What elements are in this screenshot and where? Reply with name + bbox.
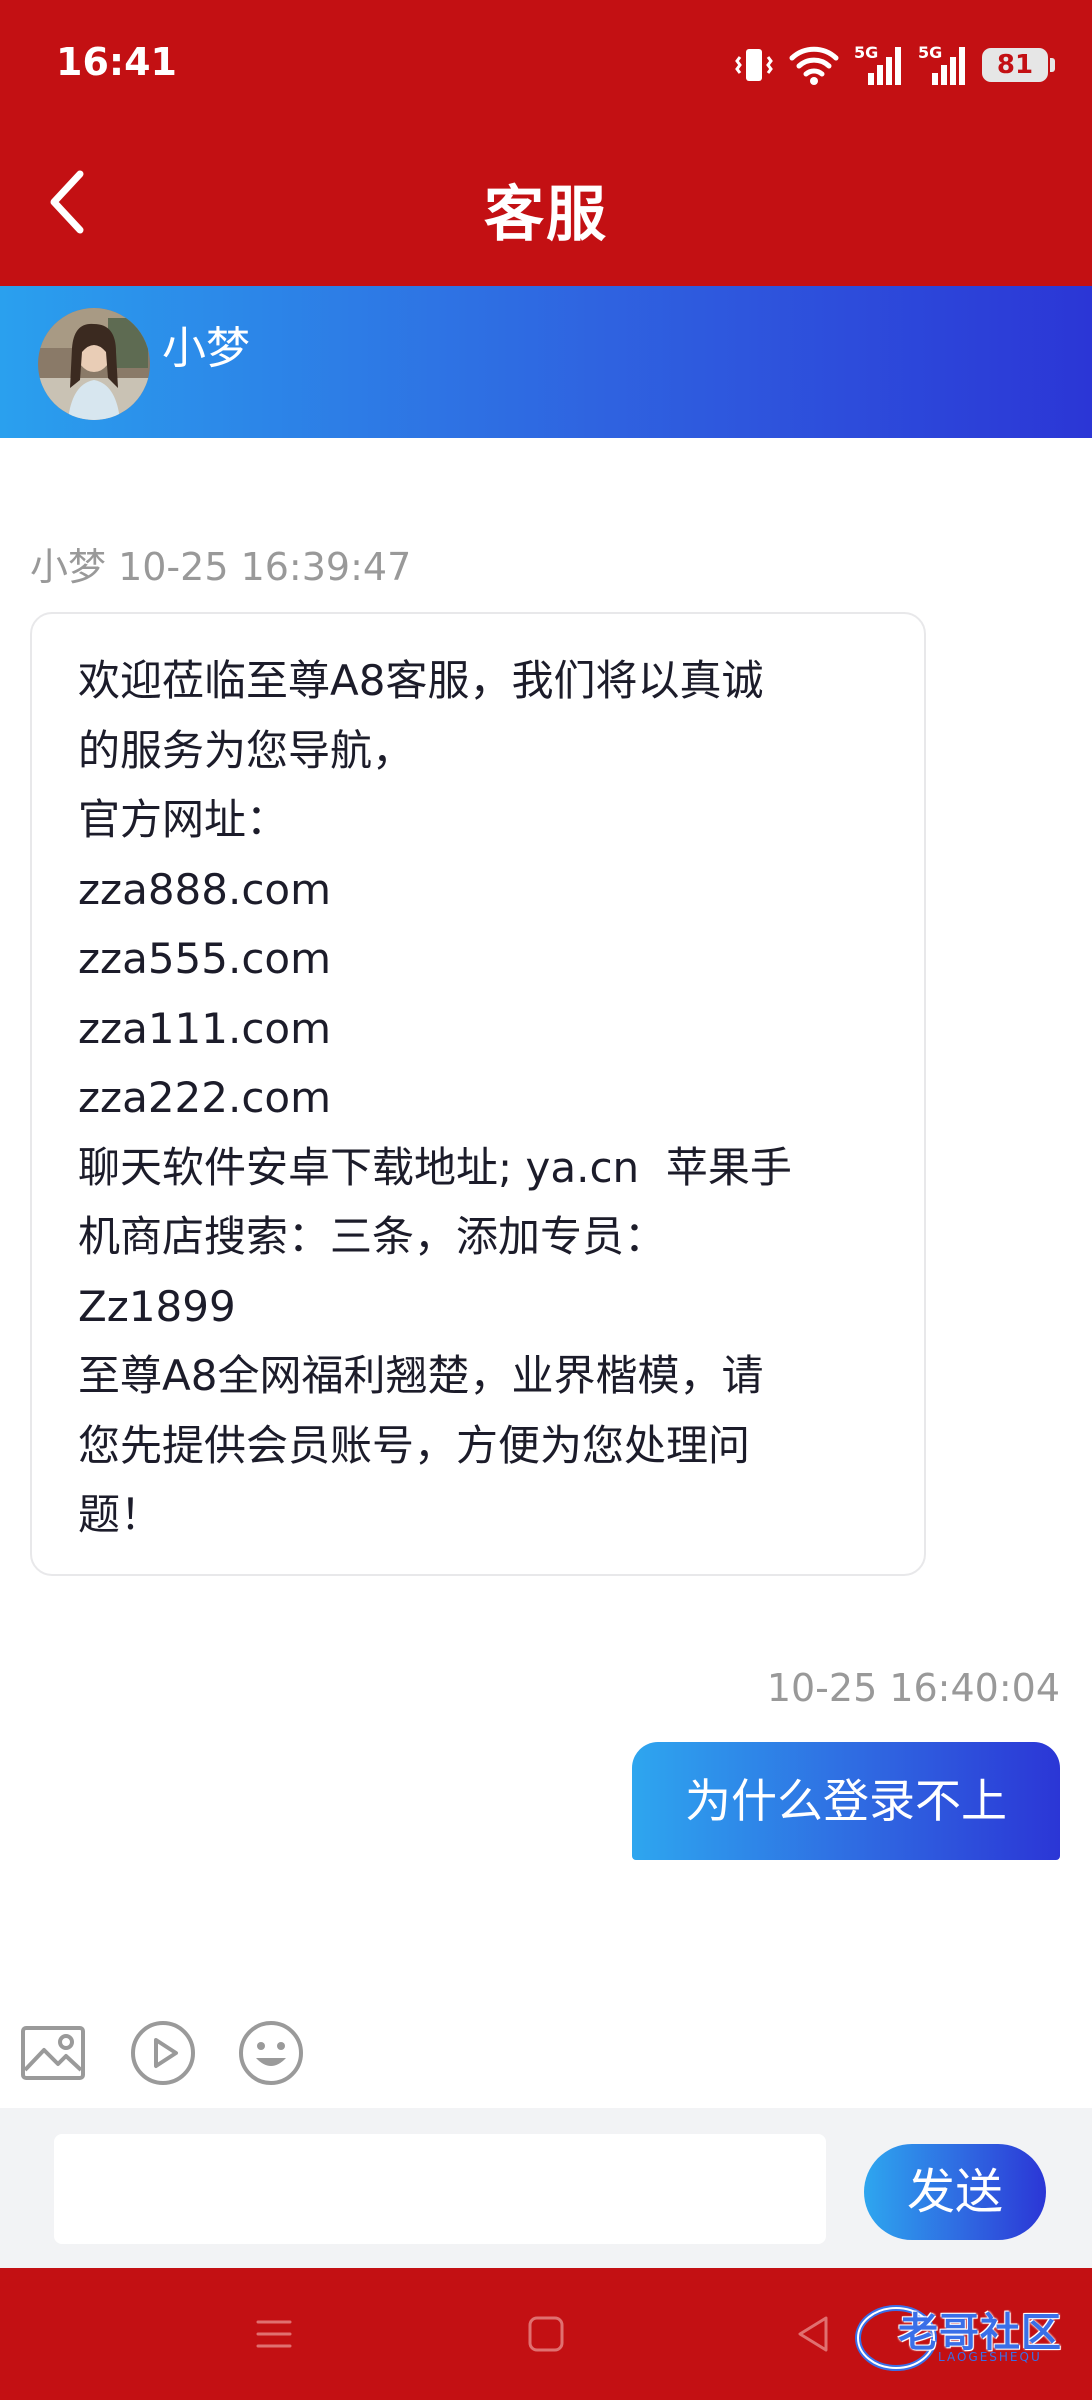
battery-level: 81	[996, 50, 1034, 80]
back-nav-button[interactable]	[790, 2310, 838, 2358]
user-message-bubble: 为什么登录不上	[632, 1742, 1060, 1860]
agent-message-bubble: 欢迎莅临至尊A8客服，我们将以真诚 的服务为您导航， 官方网址： zza888.…	[30, 612, 926, 1576]
video-button[interactable]	[128, 2018, 198, 2088]
back-triangle-icon	[798, 2316, 828, 2352]
send-button[interactable]: 发送	[864, 2144, 1046, 2240]
status-time: 16:41	[56, 40, 177, 84]
top-bar: 16:41 5G 5G 81 客服	[0, 0, 1092, 286]
system-nav-bar: 老哥社区 LAOGESHEQU	[0, 2268, 1092, 2400]
battery-icon: 81	[982, 48, 1055, 82]
home-button[interactable]	[522, 2310, 570, 2358]
recent-apps-button[interactable]	[250, 2310, 298, 2358]
composer: 发送	[0, 2108, 1092, 2268]
image-icon	[21, 2026, 85, 2080]
home-icon	[528, 2316, 564, 2352]
avatar[interactable]	[38, 308, 150, 420]
message-meta: 小梦 10-25 16:39:47	[30, 545, 412, 589]
wifi-icon	[789, 46, 839, 85]
message-input[interactable]	[54, 2134, 826, 2244]
vibrate-icon	[735, 49, 773, 81]
emoji-icon	[239, 2021, 303, 2085]
video-icon	[131, 2021, 195, 2085]
menu-icon	[256, 2320, 292, 2348]
avatar-image	[38, 308, 150, 420]
message-meta: 10-25 16:40:04	[766, 1666, 1060, 1710]
signal-5g-icon: 5G	[854, 43, 904, 87]
emoji-button[interactable]	[236, 2018, 306, 2088]
agent-header: 小梦	[0, 286, 1092, 438]
agent-name: 小梦	[162, 323, 250, 374]
page-title: 客服	[484, 180, 608, 250]
image-button[interactable]	[20, 2018, 90, 2088]
watermark-subtext: LAOGESHEQU	[938, 2350, 1042, 2364]
signal-5g-icon: 5G	[918, 43, 968, 87]
watermark-logo: 老哥社区 LAOGESHEQU	[850, 2292, 1080, 2382]
status-icons: 5G 5G 81	[734, 40, 1055, 90]
